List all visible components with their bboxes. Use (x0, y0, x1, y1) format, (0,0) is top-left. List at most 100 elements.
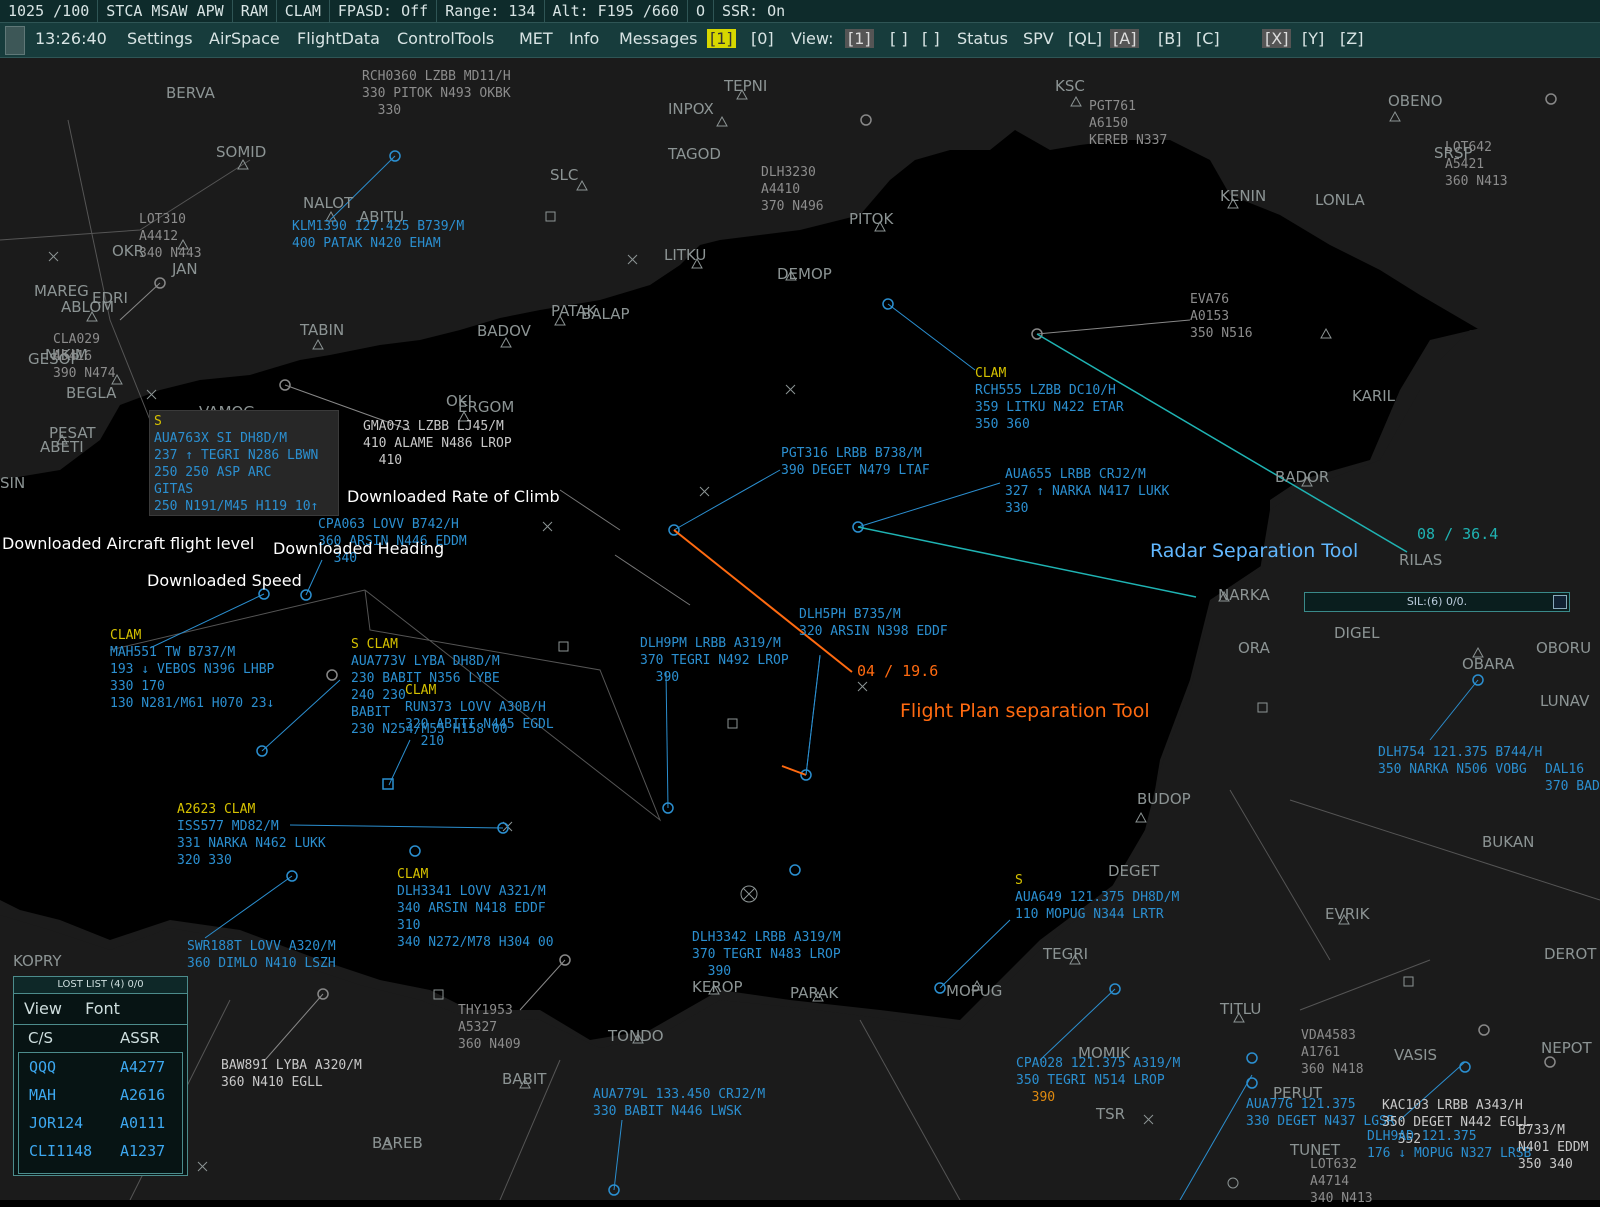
table-row[interactable]: MAH A2616 (19, 1081, 182, 1109)
sil-window[interactable]: SIL:(6) 0/0. (1304, 592, 1570, 612)
menu-status[interactable]: Status (957, 29, 1008, 48)
menu-flightdata[interactable]: FlightData (297, 29, 380, 48)
track-label-run373[interactable]: CLAM RUN373 LOVV A30B/H 320 ABITI N445 E… (405, 682, 554, 750)
x-button[interactable]: [X] (1262, 29, 1292, 48)
view-button-2[interactable]: [ ] (890, 29, 908, 48)
lost-list-font-menu[interactable]: Font (85, 999, 120, 1018)
table-row[interactable]: JOR124 A0111 (19, 1109, 182, 1137)
track-label-mah551[interactable]: CLAM MAH551 TW B737/M 193 ↓ VEBOS N396 L… (110, 627, 274, 712)
ssr-indicator[interactable]: SSR: On (714, 0, 793, 22)
alerts-indicator[interactable]: STCA MSAW APW (98, 0, 233, 22)
track-label-dlh5ph[interactable]: DLH5PH B735/M 320 ARSIN N398 EDDF (799, 606, 948, 640)
track-label-rch555[interactable]: CLAM RCH555 LZBB DC10/H 359 LITKU N422 E… (975, 365, 1124, 433)
column-cs[interactable]: C/S (28, 1025, 53, 1051)
track-label-dlh3341[interactable]: CLAM DLH3341 LOVV A321/M 340 ARSIN N418 … (397, 866, 554, 951)
track-label-lot642[interactable]: LOT642 A5421 360 N413 (1445, 139, 1508, 190)
track-label-aua649[interactable]: S AUA649 121.375 DH8D/M 110 MOPUG N344 L… (1015, 872, 1179, 923)
menu-settings[interactable]: Settings (127, 29, 193, 48)
track-label-dlh9pm[interactable]: DLH9PM LRBB A319/M 370 TEGRI N492 LROP 3… (640, 635, 789, 686)
menu-handle[interactable] (5, 26, 25, 55)
track-label-pgt761[interactable]: PGT761 A6150 KEREB N337 (1089, 98, 1167, 149)
line: GMA073 LZBB LJ45/M (363, 419, 504, 434)
clam-indicator[interactable]: CLAM (277, 0, 330, 22)
lost-list-title[interactable]: LOST LIST (4) 0/0 (14, 977, 187, 994)
track-label-eva76[interactable]: EVA76 A0153 350 N516 (1190, 291, 1253, 342)
fix-litku: LITKU (664, 246, 707, 264)
track-label-klm1390[interactable]: KLM1390 127.425 B739/M 400 PATAK N420 EH… (292, 218, 464, 252)
line: A2623 CLAM (177, 802, 256, 817)
fix-bareb: BAREB (372, 1134, 423, 1152)
lost-list-view-menu[interactable]: View (24, 999, 62, 1018)
track-label-aua77g[interactable]: AUA77G 121.375 330 DEGET N437 LGSR (1246, 1096, 1395, 1130)
line: 360 DIMLO N410 LSZH (187, 956, 336, 971)
line: CPA028 121.375 A319/M (1016, 1056, 1181, 1071)
annotation-rate-of-climb: Downloaded Rate of Climb (347, 487, 560, 506)
track-label-b733[interactable]: B733/M N401 EDDM 350 340 (1518, 1122, 1588, 1173)
menu-airspace[interactable]: AirSpace (209, 29, 280, 48)
line: BABIT (351, 705, 391, 720)
track-label-cpa028[interactable]: CPA028 121.375 A319/M 350 TEGRI N514 LRO… (1016, 1055, 1180, 1106)
y-button[interactable]: [Y] (1302, 29, 1324, 48)
track-label-lot310[interactable]: LOT310 A4412 340 N443 (139, 211, 202, 262)
ql-button[interactable]: [QL] (1068, 29, 1102, 48)
track-label-vda4583[interactable]: VDA4583 A1761 360 N418 (1301, 1027, 1364, 1078)
track-label-dlh3342[interactable]: DLH3342 LRBB A319/M 370 TEGRI N483 LROP … (692, 929, 841, 980)
line: 390 (1016, 1090, 1056, 1105)
close-icon[interactable] (1553, 595, 1567, 609)
track-label-aua655[interactable]: AUA655 LRBB CRJ2/M 327 ↑ NARKA N417 LUKK… (1005, 466, 1169, 517)
message-button-0[interactable]: [0] (751, 29, 774, 48)
message-button-1[interactable]: [1] (707, 29, 736, 48)
menu-messages[interactable]: Messages (619, 29, 697, 48)
table-row[interactable]: QQQ A4277 (19, 1053, 182, 1081)
menu-controltools[interactable]: ControlTools (397, 29, 494, 48)
track-label-thy1953[interactable]: THY1953 A5327 360 N409 (458, 1002, 521, 1053)
b-button[interactable]: [B] (1158, 29, 1181, 48)
track-label-swr188t[interactable]: SWR188T LOVV A320/M 360 DIMLO N410 LSZH (187, 938, 336, 972)
fix-slc: SLC (550, 166, 579, 184)
track-label-aua779l[interactable]: AUA779L 133.450 CRJ2/M 330 BABIT N446 LW… (593, 1086, 765, 1120)
qnh-indicator[interactable]: 1025 /100 (0, 0, 99, 22)
line: 340 N272/M78 H304 00 (397, 935, 554, 950)
c-button[interactable]: [C] (1196, 29, 1220, 48)
track-label-baw891[interactable]: BAW891 LYBA A320/M 360 N410 EGLL (221, 1057, 362, 1091)
line: 360 N413 (1445, 174, 1508, 189)
fix-evrik: EVRIK (1325, 905, 1370, 923)
altitude-filter[interactable]: Alt: F195 /660 (545, 0, 688, 22)
a-button[interactable]: [A] (1110, 29, 1140, 48)
fix-vasis: VASIS (1394, 1046, 1438, 1064)
track-label-gma073[interactable]: GMA073 LZBB LJ45/M 410 ALAME N486 LROP 4… (363, 418, 512, 469)
table-row[interactable]: CLI1148 A1237 (19, 1137, 182, 1165)
fix-pitok: PITOK (849, 210, 894, 228)
fpasd-indicator[interactable]: FPASD: Off (330, 0, 438, 22)
track-label-cla029[interactable]: CLA029 A5416 390 N474 (53, 331, 116, 382)
o-flag[interactable]: O (688, 0, 714, 22)
view-button-1[interactable]: [1] (845, 29, 874, 48)
radar-separation-readout[interactable]: 08 / 36.4 (1417, 525, 1498, 543)
column-assr[interactable]: ASSR (120, 1025, 160, 1051)
track-label-dlh9ad[interactable]: DLH9AD 121.375 176 ↓ MOPUG N327 LRSB (1367, 1128, 1531, 1162)
lost-list-rows: QQQ A4277 MAH A2616 JOR124 A0111 CLI1148 A12… (18, 1052, 183, 1174)
menu-info[interactable]: Info (569, 29, 599, 48)
range-indicator[interactable]: Range: 134 (437, 0, 545, 22)
view-label: View: (791, 29, 834, 48)
track-label-dal16[interactable]: DAL16 370 BAD (1545, 761, 1600, 795)
lost-list-window[interactable]: LOST LIST (4) 0/0 View Font C/S ASSR QQQ… (13, 976, 188, 1176)
radar-separation-tool-label: Radar Separation Tool (1150, 540, 1359, 562)
track-label-rch0360[interactable]: RCH0360 LZBB MD11/H 330 PITOK N493 OKBK … (362, 68, 511, 119)
track-label-dlh754[interactable]: DLH754 121.375 B744/H 350 NARKA N506 VOB… (1378, 744, 1542, 778)
menu-met[interactable]: MET (519, 29, 553, 48)
menu-spv[interactable]: SPV (1023, 29, 1054, 48)
track-label-iss577[interactable]: A2623 CLAM ISS577 MD82/M 331 NARKA N462 … (177, 801, 326, 869)
track-label-pgt316[interactable]: PGT316 LRBB B738/M 390 DEGET N479 LTAF (781, 445, 930, 479)
fp-separation-readout[interactable]: 04 / 19.6 (857, 662, 938, 680)
z-button[interactable]: [Z] (1340, 29, 1363, 48)
track-label-aua763x[interactable]: S AUA763X SI DH8D/M 237 ↑ TEGRI N286 LBW… (154, 413, 318, 515)
ram-indicator[interactable]: RAM (233, 0, 277, 22)
fix-lunav: LUNAV (1540, 692, 1590, 710)
track-label-lot632[interactable]: LOT632 A4714 340 N413 (1310, 1156, 1373, 1207)
line: 350 TEGRI N514 LROP (1016, 1073, 1165, 1088)
fix-kenin: KENIN (1220, 187, 1267, 205)
fix-tagod: TAGOD (668, 145, 721, 163)
track-label-dlh3230[interactable]: DLH3230 A4410 370 N496 (761, 164, 824, 215)
view-button-3[interactable]: [ ] (922, 29, 940, 48)
